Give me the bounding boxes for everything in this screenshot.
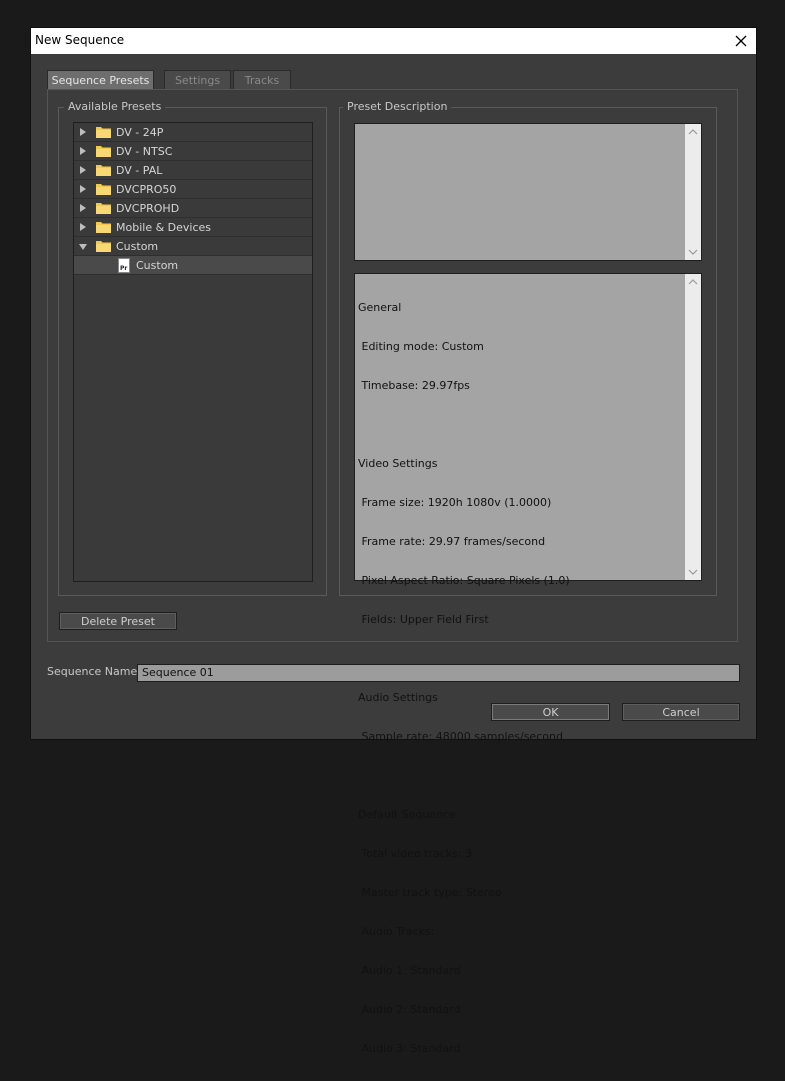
title-bar: New Sequence (31, 28, 756, 54)
preset-settings-info[interactable]: General Editing mode: Custom Timebase: 2… (354, 273, 702, 1055)
tree-item-label: Custom (116, 240, 159, 253)
scroll-down-icon[interactable] (688, 568, 698, 576)
preset-description-label: Preset Description (343, 100, 452, 113)
scroll-up-icon[interactable] (688, 128, 698, 136)
new-sequence-dialog: New Sequence Sequence Presets Settings T… (31, 28, 756, 1055)
presets-tree[interactable]: DV - 24P DV - NTSC DV - PAL DVCPRO50 DVC… (73, 122, 313, 582)
tree-item-custom-preset[interactable]: Pr Custom (74, 256, 312, 275)
tree-item-label: Custom (136, 259, 179, 272)
close-icon (735, 35, 747, 47)
tree-item-label: DVCPROHD (116, 202, 180, 215)
tree-item-custom-folder[interactable]: Custom (74, 237, 312, 256)
tab-tracks[interactable]: Tracks (233, 70, 291, 89)
expand-arrow-icon[interactable] (80, 204, 86, 212)
tab-settings[interactable]: Settings (164, 70, 231, 89)
expand-arrow-icon[interactable] (80, 166, 86, 174)
tree-item-label: DV - NTSC (116, 145, 173, 158)
collapse-arrow-icon[interactable] (79, 244, 87, 250)
description-scrollbar[interactable] (685, 124, 701, 260)
folder-icon (96, 165, 111, 176)
tree-item-label: Mobile & Devices (116, 221, 212, 234)
folder-icon (96, 127, 111, 138)
folder-icon (96, 222, 111, 233)
tree-item-dv-24p[interactable]: DV - 24P (74, 123, 312, 142)
folder-icon (96, 203, 111, 214)
folder-open-icon (96, 241, 111, 252)
folder-icon (96, 146, 111, 157)
tree-item-label: DVCPRO50 (116, 183, 177, 196)
expand-arrow-icon[interactable] (80, 128, 86, 136)
tree-item-mobile-devices[interactable]: Mobile & Devices (74, 218, 312, 237)
preset-description-text[interactable] (354, 123, 702, 261)
expand-arrow-icon[interactable] (80, 223, 86, 231)
scroll-up-icon[interactable] (688, 278, 698, 286)
sequence-name-input[interactable]: Sequence 01 (137, 664, 740, 682)
sequence-name-label: Sequence Name: (47, 665, 141, 678)
info-scrollbar[interactable] (685, 274, 701, 580)
tree-item-label: DV - 24P (116, 126, 164, 139)
tree-item-label: DV - PAL (116, 164, 163, 177)
tree-item-dvcprohd[interactable]: DVCPROHD (74, 199, 312, 218)
close-button[interactable] (726, 28, 756, 54)
expand-arrow-icon[interactable] (80, 147, 86, 155)
delete-preset-button[interactable]: Delete Preset (59, 612, 177, 630)
available-presets-label: Available Presets (64, 100, 166, 113)
scroll-down-icon[interactable] (688, 248, 698, 256)
folder-icon (96, 184, 111, 195)
premiere-preset-icon: Pr (118, 258, 130, 273)
tree-item-dvcpro50[interactable]: DVCPRO50 (74, 180, 312, 199)
tree-item-dv-pal[interactable]: DV - PAL (74, 161, 312, 180)
ok-button[interactable]: OK (491, 703, 610, 721)
tree-item-dv-ntsc[interactable]: DV - NTSC (74, 142, 312, 161)
cancel-button[interactable]: Cancel (622, 703, 740, 721)
tab-sequence-presets[interactable]: Sequence Presets (47, 70, 154, 90)
dialog-title: New Sequence (35, 33, 125, 47)
expand-arrow-icon[interactable] (80, 185, 86, 193)
